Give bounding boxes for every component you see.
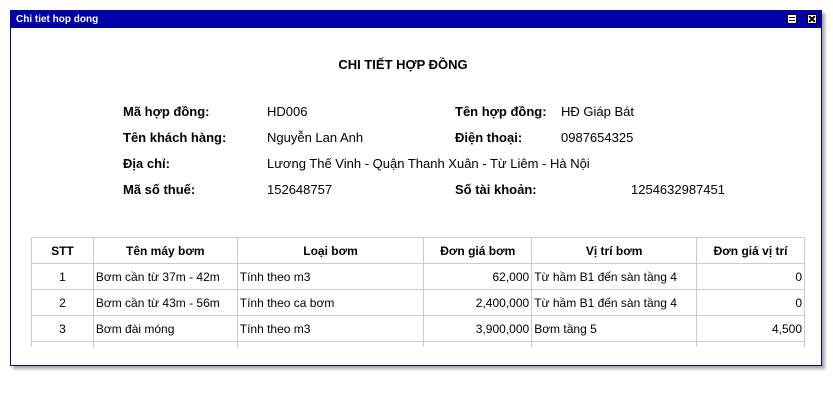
- tax-code-label: Mã số thuế:: [123, 182, 196, 197]
- cell-stt: 1: [31, 263, 94, 290]
- cell-pump-name: Bơm cần từ 43m - 56m: [92, 289, 238, 316]
- table-header-row: STT Tên máy bơm Loại bơm Đơn giá bơm Vị …: [31, 237, 805, 264]
- close-button[interactable]: [807, 14, 817, 24]
- cell-pump-type: Tính theo ca bơm: [236, 289, 425, 316]
- contract-code-label: Mã hợp đồng:: [123, 104, 210, 119]
- header-position[interactable]: Vị trí bơm: [531, 237, 698, 264]
- contract-name-label: Tên hợp đồng:: [455, 104, 547, 119]
- header-stt[interactable]: STT: [31, 237, 94, 264]
- cell-position: Bơm tầng 5: [531, 315, 698, 342]
- table-row[interactable]: 3 Bơm đài móng Tính theo m3 3,900,000 Bơ…: [31, 315, 805, 342]
- address-label: Địa chỉ:: [123, 156, 170, 171]
- cell-position: Từ hầm B1 đến sàn tầng 4: [531, 263, 698, 290]
- header-pump-type[interactable]: Loại bơm: [236, 237, 425, 264]
- title-bar[interactable]: Chi tiet hop dong: [11, 11, 821, 28]
- account-number-value: 1254632987451: [631, 182, 725, 197]
- phone-label: Điện thoại:: [455, 130, 523, 145]
- cell-pump-price: 3,900,000: [423, 315, 533, 342]
- customer-label: Tên khách hàng:: [123, 130, 227, 145]
- header-pump-name[interactable]: Tên máy bơm: [92, 237, 238, 264]
- contract-code-value: HD006: [267, 104, 308, 119]
- customer-value: Nguyễn Lan Anh: [267, 130, 364, 145]
- pump-table-container[interactable]: STT Tên máy bơm Loại bơm Đơn giá bơm Vị …: [31, 237, 805, 347]
- header-pump-price[interactable]: Đơn giá bơm: [423, 237, 533, 264]
- restore-button[interactable]: [787, 14, 797, 24]
- cell-position-price: 0: [696, 263, 805, 290]
- phone-value: 0987654325: [561, 130, 634, 145]
- cell-pump-type: Tính theo m3: [236, 315, 425, 342]
- header-position-price[interactable]: Đơn giá vị trí: [696, 237, 805, 264]
- cell-position-price: 0: [696, 289, 805, 316]
- cell-pump-type: Tính theo m3: [236, 263, 425, 290]
- address-value: Lương Thế Vinh - Quận Thanh Xuân - Từ Li…: [267, 156, 590, 171]
- table-row-empty: [31, 341, 805, 347]
- report-heading: CHI TIẾT HỢP ĐỒNG: [338, 57, 468, 72]
- cell-pump-name: Bơm đài móng: [92, 315, 238, 342]
- cell-position-price: 4,500: [696, 315, 805, 342]
- contract-detail-window: Chi tiet hop dong CHI TIẾT HỢP ĐỒNG Mã h…: [10, 10, 822, 366]
- tax-code-value: 152648757: [267, 182, 333, 197]
- cell-pump-price: 62,000: [423, 263, 533, 290]
- account-number-label: Số tài khoản:: [455, 182, 537, 197]
- table-row[interactable]: 2 Bơm cần từ 43m - 56m Tính theo ca bơm …: [31, 289, 805, 316]
- contract-name-value: HĐ Giáp Bát: [561, 104, 634, 119]
- cell-pump-name: Bơm cần từ 37m - 42m: [92, 263, 238, 290]
- cell-stt: 2: [31, 289, 94, 316]
- table-row[interactable]: 1 Bơm cần từ 37m - 42m Tính theo m3 62,0…: [31, 263, 805, 290]
- window-title: Chi tiet hop dong: [16, 14, 99, 25]
- cell-position: Từ hầm B1 đến sàn tầng 4: [531, 289, 698, 316]
- pump-table: STT Tên máy bơm Loại bơm Đơn giá bơm Vị …: [31, 237, 805, 347]
- cell-stt: 3: [31, 315, 94, 342]
- cell-pump-price: 2,400,000: [423, 289, 533, 316]
